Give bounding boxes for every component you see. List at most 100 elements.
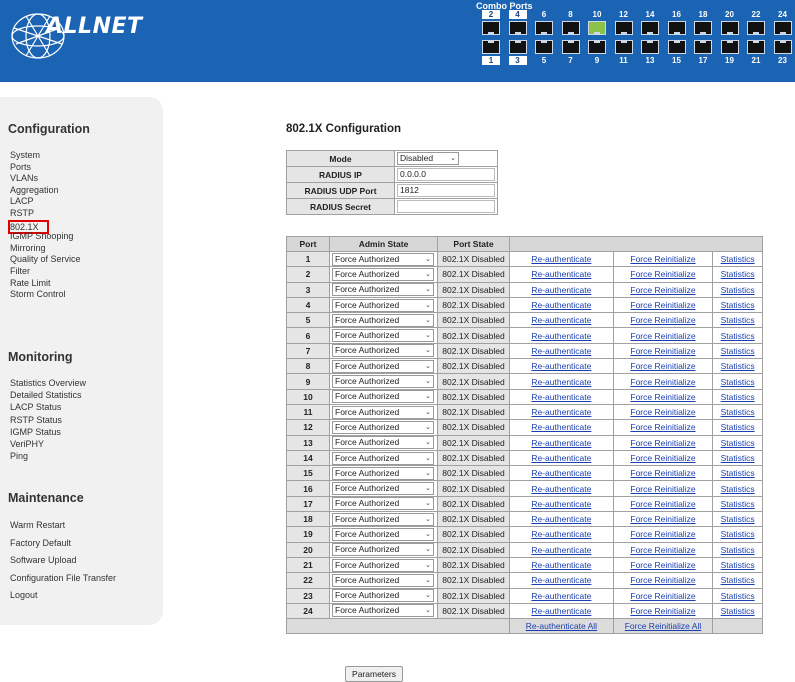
sidebar-item-igmp-snooping[interactable]: IGMP Snooping [10,231,73,241]
admin-state-select[interactable]: Force Authorized ⌄ [332,558,434,572]
reauthenticate-link[interactable]: Re-authenticate [531,422,591,432]
admin-state-select[interactable]: Force Authorized ⌄ [332,375,434,389]
mode-select[interactable]: Disabled ⌄ [397,152,459,165]
statistics-link[interactable]: Statistics [721,254,755,264]
statistics-link[interactable]: Statistics [721,407,755,417]
sidebar-item-ports[interactable]: Ports [10,162,31,172]
admin-state-select[interactable]: Force Authorized ⌄ [332,451,434,465]
reauthenticate-link[interactable]: Re-authenticate [531,529,591,539]
admin-state-select[interactable]: Force Authorized ⌄ [332,359,434,373]
reauthenticate-link[interactable]: Re-authenticate [531,484,591,494]
force-reinitialize-link[interactable]: Force Reinitialize [630,422,695,432]
admin-state-select[interactable]: Force Authorized ⌄ [332,543,434,557]
force-reinitialize-link[interactable]: Force Reinitialize [630,392,695,402]
sidebar-item-filter[interactable]: Filter [10,266,30,276]
statistics-link[interactable]: Statistics [721,331,755,341]
admin-state-select[interactable]: Force Authorized ⌄ [332,436,434,450]
sidebar-item-vlans[interactable]: VLANs [10,173,38,183]
parameters-button[interactable]: Parameters [345,666,403,682]
admin-state-select[interactable]: Force Authorized ⌄ [332,313,434,327]
admin-state-select[interactable]: Force Authorized ⌄ [332,420,434,434]
force-reinitialize-link[interactable]: Force Reinitialize [630,285,695,295]
sidebar-item-warm-restart[interactable]: Warm Restart [10,520,65,530]
force-reinitialize-link[interactable]: Force Reinitialize [630,315,695,325]
force-reinitialize-link[interactable]: Force Reinitialize [630,514,695,524]
sidebar-item-logout[interactable]: Logout [10,590,38,600]
reauthenticate-link[interactable]: Re-authenticate [531,560,591,570]
reauthenticate-link[interactable]: Re-authenticate [531,300,591,310]
admin-state-select[interactable]: Force Authorized ⌄ [332,527,434,541]
reauthenticate-link[interactable]: Re-authenticate [531,453,591,463]
statistics-link[interactable]: Statistics [721,591,755,601]
force-reinitialize-all-link[interactable]: Force Reinitialize All [625,621,702,631]
statistics-link[interactable]: Statistics [721,575,755,585]
reauthenticate-link[interactable]: Re-authenticate [531,591,591,601]
statistics-link[interactable]: Statistics [721,545,755,555]
force-reinitialize-link[interactable]: Force Reinitialize [630,438,695,448]
reauthenticate-link[interactable]: Re-authenticate [531,407,591,417]
statistics-link[interactable]: Statistics [721,468,755,478]
sidebar-item-rate-limit[interactable]: Rate Limit [10,278,51,288]
admin-state-select[interactable]: Force Authorized ⌄ [332,283,434,297]
sidebar-item-veriphy[interactable]: VeriPHY [10,439,44,449]
reauthenticate-link[interactable]: Re-authenticate [531,545,591,555]
reauthenticate-link[interactable]: Re-authenticate [531,377,591,387]
sidebar-item-statistics-overview[interactable]: Statistics Overview [10,378,86,388]
statistics-link[interactable]: Statistics [721,453,755,463]
force-reinitialize-link[interactable]: Force Reinitialize [630,545,695,555]
force-reinitialize-link[interactable]: Force Reinitialize [630,484,695,494]
force-reinitialize-link[interactable]: Force Reinitialize [630,560,695,570]
force-reinitialize-link[interactable]: Force Reinitialize [630,407,695,417]
admin-state-select[interactable]: Force Authorized ⌄ [332,390,434,404]
sidebar-item-factory-default[interactable]: Factory Default [10,538,71,548]
reauthenticate-link[interactable]: Re-authenticate [531,606,591,616]
radius-ip-input[interactable]: 0.0.0.0 [397,168,495,181]
statistics-link[interactable]: Statistics [721,346,755,356]
force-reinitialize-link[interactable]: Force Reinitialize [630,361,695,371]
reauthenticate-link[interactable]: Re-authenticate [531,315,591,325]
force-reinitialize-link[interactable]: Force Reinitialize [630,377,695,387]
force-reinitialize-link[interactable]: Force Reinitialize [630,468,695,478]
statistics-link[interactable]: Statistics [721,529,755,539]
admin-state-select[interactable]: Force Authorized ⌄ [332,482,434,496]
statistics-link[interactable]: Statistics [721,392,755,402]
reauthenticate-link[interactable]: Re-authenticate [531,499,591,509]
sidebar-item-aggregation[interactable]: Aggregation [10,185,59,195]
admin-state-select[interactable]: Force Authorized ⌄ [332,298,434,312]
sidebar-item-mirroring[interactable]: Mirroring [10,243,46,253]
force-reinitialize-link[interactable]: Force Reinitialize [630,254,695,264]
admin-state-select[interactable]: Force Authorized ⌄ [332,252,434,266]
sidebar-item-configuration-file-transfer[interactable]: Configuration File Transfer [10,573,116,583]
reauthenticate-link[interactable]: Re-authenticate [531,285,591,295]
reauthenticate-link[interactable]: Re-authenticate [531,346,591,356]
statistics-link[interactable]: Statistics [721,422,755,432]
admin-state-select[interactable]: Force Authorized ⌄ [332,512,434,526]
statistics-link[interactable]: Statistics [721,300,755,310]
force-reinitialize-link[interactable]: Force Reinitialize [630,453,695,463]
sidebar-item-lacp[interactable]: LACP [10,196,34,206]
force-reinitialize-link[interactable]: Force Reinitialize [630,331,695,341]
sidebar-item-storm-control[interactable]: Storm Control [10,289,66,299]
force-reinitialize-link[interactable]: Force Reinitialize [630,346,695,356]
statistics-link[interactable]: Statistics [721,315,755,325]
force-reinitialize-link[interactable]: Force Reinitialize [630,575,695,585]
radius-secret-input[interactable] [397,200,495,213]
admin-state-select[interactable]: Force Authorized ⌄ [332,405,434,419]
reauthenticate-link[interactable]: Re-authenticate [531,575,591,585]
admin-state-select[interactable]: Force Authorized ⌄ [332,466,434,480]
statistics-link[interactable]: Statistics [721,285,755,295]
admin-state-select[interactable]: Force Authorized ⌄ [332,604,434,618]
force-reinitialize-link[interactable]: Force Reinitialize [630,591,695,601]
sidebar-item-lacp-status[interactable]: LACP Status [10,402,61,412]
reauthenticate-link[interactable]: Re-authenticate [531,361,591,371]
force-reinitialize-link[interactable]: Force Reinitialize [630,269,695,279]
statistics-link[interactable]: Statistics [721,514,755,524]
sidebar-item-ping[interactable]: Ping [10,451,28,461]
sidebar-item-software-upload[interactable]: Software Upload [10,555,77,565]
reauthenticate-link[interactable]: Re-authenticate [531,392,591,402]
reauthenticate-link[interactable]: Re-authenticate [531,331,591,341]
admin-state-select[interactable]: Force Authorized ⌄ [332,497,434,511]
sidebar-item-detailed-statistics[interactable]: Detailed Statistics [10,390,82,400]
statistics-link[interactable]: Statistics [721,606,755,616]
statistics-link[interactable]: Statistics [721,484,755,494]
